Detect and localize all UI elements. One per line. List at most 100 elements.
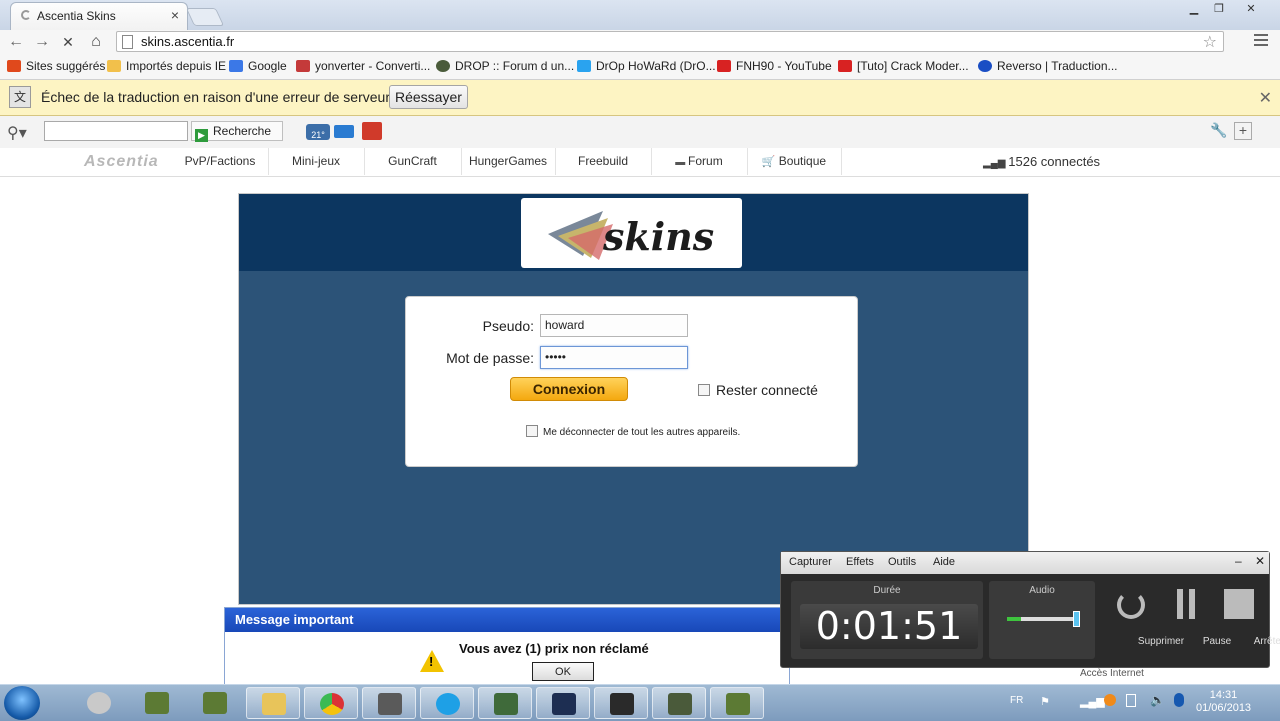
taskbar-app[interactable] (304, 687, 358, 719)
menu-capturer[interactable]: Capturer (789, 556, 832, 568)
bookmark-item[interactable]: Sites suggérés (7, 59, 105, 73)
remember-checkbox[interactable] (698, 384, 710, 396)
nav-item-boutique[interactable]: 🛒 Boutique (747, 148, 842, 175)
infobar-close-icon[interactable]: ✕ (1259, 88, 1272, 108)
audio-level-slider[interactable] (1007, 611, 1080, 627)
app-tray-icon[interactable] (1104, 694, 1116, 706)
tab-title: Ascentia Skins (37, 9, 116, 23)
nav-item-minijeux[interactable]: Mini-jeux (268, 148, 365, 175)
cart-icon: 🛒 (761, 156, 779, 168)
delete-recording-button[interactable]: Supprimer (1101, 581, 1184, 661)
play-video-icon[interactable] (362, 122, 382, 140)
flag-icon[interactable]: ⚑ (1040, 695, 1050, 708)
google-icon (229, 60, 243, 72)
search-button[interactable]: ▶ Recherche (191, 121, 283, 142)
skype-icon (436, 693, 460, 715)
warning-icon: ! (420, 650, 444, 672)
bookmark-item[interactable]: Google (229, 59, 287, 73)
language-indicator[interactable]: FR (1010, 695, 1023, 706)
logout-others-checkbox[interactable] (526, 425, 538, 437)
bookmark-item[interactable]: Reverso | Traduction... (978, 59, 1118, 73)
taskbar-app[interactable] (420, 687, 474, 719)
recorder-minimize-icon[interactable]: – (1235, 554, 1242, 568)
network-signal-icon[interactable]: ▂▄▆ (1080, 695, 1105, 708)
mail-icon[interactable] (334, 125, 354, 138)
stop-loading-icon[interactable]: ✕ (58, 32, 78, 52)
forward-arrow-icon[interactable]: → (32, 32, 52, 52)
taskbar-app[interactable] (72, 687, 126, 719)
address-bar[interactable]: skins.ascentia.fr ☆ (116, 31, 1224, 52)
audio-panel: Audio (989, 581, 1095, 659)
close-window-icon[interactable]: ✕ (1240, 2, 1262, 16)
pause-icon (1171, 589, 1203, 619)
taskbar-app[interactable] (652, 687, 706, 719)
pause-button[interactable]: Pause (1157, 581, 1231, 661)
translate-infobar: 文 Échec de la traduction en raison d'une… (0, 80, 1280, 116)
nav-item-hungergames[interactable]: HungerGames (461, 148, 556, 175)
bookmark-item[interactable]: FNH90 - YouTube (717, 59, 832, 73)
folder-icon (262, 693, 286, 715)
nav-item-guncraft[interactable]: GunCraft (364, 148, 462, 175)
recorder-close-icon[interactable]: ✕ (1255, 554, 1265, 568)
menu-aide[interactable]: Aide (933, 556, 955, 568)
chat-icon: ▬ (675, 157, 689, 168)
taskbar-app[interactable] (362, 687, 416, 719)
loading-spinner-icon (21, 10, 31, 20)
login-button[interactable]: Connexion (510, 377, 628, 401)
tab-close-icon[interactable]: × (171, 7, 179, 23)
login-form: Pseudo: howard Mot de passe: ••••• Reste… (405, 296, 858, 467)
wrench-icon[interactable]: 🔧 (1210, 122, 1227, 139)
home-icon[interactable]: ⌂ (86, 32, 106, 52)
bookmark-item[interactable]: Importés depuis IE (107, 59, 226, 73)
retry-button[interactable]: Réessayer (389, 85, 468, 109)
bookmark-item[interactable]: DrOp HoWaRd (DrO... (577, 59, 716, 73)
bookmark-item[interactable]: yonverter - Converti... (296, 59, 430, 73)
menu-outils[interactable]: Outils (888, 556, 916, 568)
bookmark-item[interactable]: [Tuto] Crack Moder... (838, 59, 969, 73)
start-button[interactable] (4, 686, 40, 720)
bookmark-item[interactable]: DROP :: Forum d un... (436, 59, 574, 73)
password-input[interactable]: ••••• (540, 346, 688, 369)
minecraft-icon (145, 692, 169, 714)
volume-icon[interactable]: 🔈 (1150, 693, 1165, 707)
password-label: Mot de passe: (446, 350, 534, 366)
audio-label: Audio (1029, 585, 1055, 596)
go-arrow-icon: ▶ (195, 129, 208, 142)
taskbar-app[interactable] (246, 687, 300, 719)
toolbar-search-input[interactable] (44, 121, 188, 141)
remember-label: Rester connecté (716, 382, 818, 398)
add-icon[interactable]: + (1234, 122, 1252, 140)
system-tray: FR ⚑ ▂▄▆ 🔈 14:31 01/06/2013 (1000, 685, 1280, 721)
taskbar-app[interactable] (594, 687, 648, 719)
taskbar-app[interactable] (130, 687, 184, 719)
nav-item-freebuild[interactable]: Freebuild (555, 148, 652, 175)
folder-icon (107, 60, 121, 72)
dialog-ok-button[interactable]: OK (532, 662, 594, 681)
minimize-window-icon[interactable]: ▁ (1183, 2, 1205, 16)
restore-window-icon[interactable]: ❐ (1208, 2, 1230, 16)
skins-logo: skins (521, 198, 742, 268)
taskbar-app[interactable] (478, 687, 532, 719)
username-label: Pseudo: (482, 318, 534, 334)
battery-icon[interactable] (1126, 694, 1136, 707)
weather-icon[interactable]: 21° (306, 124, 330, 140)
search-icon[interactable]: ⚲▾ (7, 123, 27, 143)
menu-effets[interactable]: Effets (846, 556, 874, 568)
stop-button[interactable]: Arrêter (1209, 581, 1280, 661)
taskbar-app[interactable] (536, 687, 590, 719)
taskbar-app[interactable] (710, 687, 764, 719)
tv-icon (494, 693, 518, 715)
logout-others-label: Me déconnecter de tout les autres appare… (543, 427, 741, 438)
username-input[interactable]: howard (540, 314, 688, 337)
back-arrow-icon[interactable]: ← (6, 32, 26, 52)
browser-tab[interactable]: Ascentia Skins × (10, 2, 188, 30)
ascentia-logo[interactable]: Ascentia (84, 153, 159, 171)
bookmark-star-icon[interactable]: ☆ (1203, 32, 1217, 52)
nav-item-pvp[interactable]: PvP/Factions (172, 148, 269, 175)
taskbar-app[interactable] (188, 687, 242, 719)
console-icon (610, 693, 634, 715)
chrome-menu-icon[interactable] (1254, 34, 1268, 49)
bluetooth-icon[interactable] (1174, 693, 1184, 707)
nav-item-forum[interactable]: ▬ Forum (651, 148, 748, 175)
system-clock[interactable]: 14:31 01/06/2013 (1196, 689, 1251, 715)
